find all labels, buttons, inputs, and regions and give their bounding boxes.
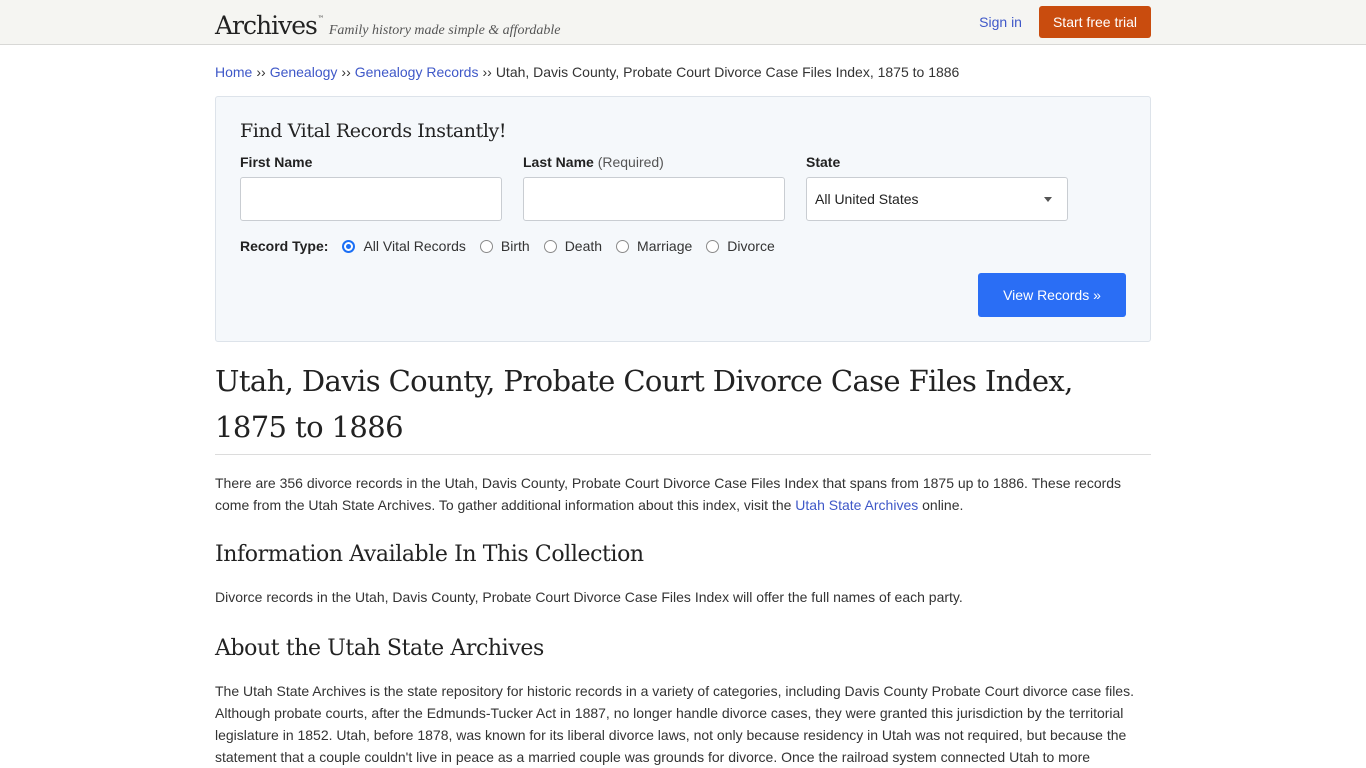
- section-heading-information: Information Available In This Collection: [215, 542, 644, 567]
- first-name-input[interactable]: [240, 177, 502, 221]
- radio-label: Marriage: [637, 238, 693, 254]
- breadcrumb-genealogy[interactable]: Genealogy: [270, 64, 338, 80]
- radio-divorce[interactable]: Divorce: [706, 238, 775, 254]
- brand: Archives™ Family history made simple & a…: [215, 0, 560, 48]
- radio-label: All Vital Records: [363, 238, 466, 254]
- state-label: State: [806, 154, 841, 170]
- intro-paragraph: There are 356 divorce records in the Uta…: [215, 472, 1151, 516]
- radio-label: Death: [564, 238, 603, 254]
- radio-unchecked-icon[interactable]: [479, 239, 493, 253]
- radio-birth[interactable]: Birth: [479, 238, 530, 254]
- state-selected-value: All United States: [815, 191, 919, 207]
- section-heading-about: About the Utah State Archives: [215, 636, 544, 661]
- radio-checked-icon[interactable]: [342, 239, 356, 253]
- last-name-label: Last Name (Required): [523, 154, 785, 170]
- breadcrumb-genealogy-records[interactable]: Genealogy Records: [355, 64, 479, 80]
- utah-state-archives-link[interactable]: Utah State Archives: [795, 497, 918, 513]
- chevron-down-icon: [1044, 196, 1052, 202]
- radio-marriage[interactable]: Marriage: [616, 238, 692, 254]
- site-logo[interactable]: Archives™: [215, 0, 324, 48]
- radio-unchecked-icon[interactable]: [616, 239, 630, 253]
- breadcrumb-separator: ››: [482, 64, 492, 80]
- record-type-label: Record Type:: [240, 238, 329, 254]
- last-name-input[interactable]: [523, 177, 785, 221]
- about-paragraph: The Utah State Archives is the state rep…: [215, 683, 1134, 765]
- last-name-label-text: Last Name: [523, 154, 594, 170]
- last-name-group: Last Name (Required): [523, 154, 785, 221]
- intro-text-end: online.: [918, 497, 964, 513]
- radio-death[interactable]: Death: [543, 238, 603, 254]
- breadcrumb-current: Utah, Davis County, Probate Court Divorc…: [495, 64, 960, 80]
- record-type-group: Record Type: All Vital Records Birth Dea…: [240, 238, 1126, 254]
- state-group: State All United States: [806, 154, 1068, 221]
- first-name-group: First Name: [240, 154, 502, 221]
- start-free-trial-button[interactable]: Start free trial: [1038, 6, 1151, 38]
- breadcrumb-separator: ››: [341, 64, 351, 80]
- radio-unchecked-icon[interactable]: [706, 239, 720, 253]
- first-name-label: First Name: [240, 154, 313, 170]
- state-select[interactable]: All United States: [806, 177, 1068, 221]
- tagline: Family history made simple & affordable: [328, 22, 561, 38]
- radio-unchecked-icon[interactable]: [543, 239, 557, 253]
- breadcrumb-home[interactable]: Home: [215, 64, 252, 80]
- radio-all-vital-records[interactable]: All Vital Records: [342, 238, 466, 254]
- trademark-mark: ™: [317, 14, 324, 22]
- intro-text: There are 356 divorce records in the Uta…: [215, 475, 1122, 513]
- breadcrumb: Home ›› Genealogy ›› Genealogy Records ›› Utah…: [215, 64, 1151, 84]
- view-records-button[interactable]: View Records »: [978, 273, 1126, 317]
- radio-label: Birth: [500, 238, 530, 254]
- information-paragraph: Divorce records in the Utah, Davis Count…: [215, 589, 963, 605]
- main-content: Home ›› Genealogy ›› Genealogy Records ›› Utah…: [215, 64, 1151, 768]
- breadcrumb-separator: ››: [256, 64, 266, 80]
- logo-text: Archives: [215, 10, 318, 40]
- vital-records-search-panel: Find Vital Records Instantly! First Name…: [215, 96, 1151, 342]
- required-note: (Required): [597, 154, 664, 170]
- sign-in-link[interactable]: Sign in: [979, 14, 1022, 30]
- page-title: Utah, Davis County, Probate Court Divorc…: [215, 358, 1151, 455]
- radio-label: Divorce: [727, 238, 775, 254]
- search-panel-title: Find Vital Records Instantly!: [240, 120, 507, 142]
- site-header: Archives™ Family history made simple & a…: [0, 0, 1366, 45]
